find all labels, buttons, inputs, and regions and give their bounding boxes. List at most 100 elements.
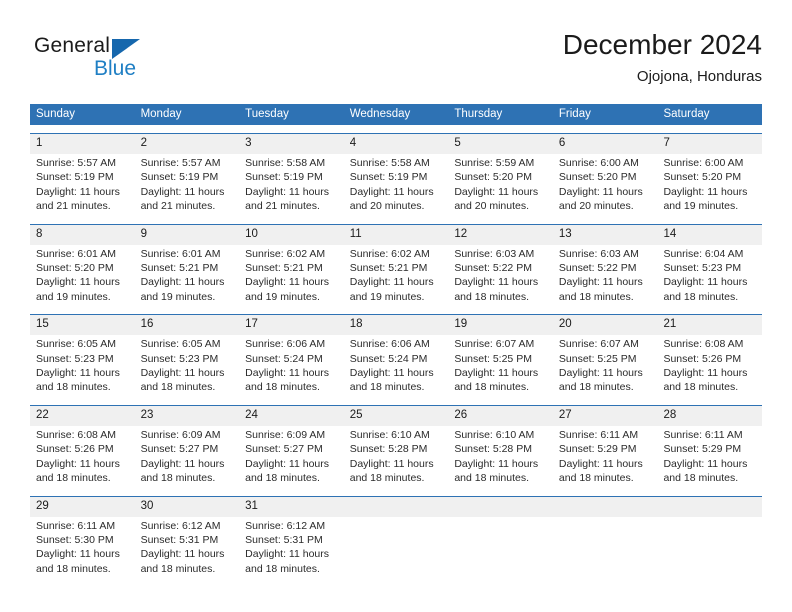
daylight-text-line1: Daylight: 11 hours: [140, 457, 225, 470]
sunset-text: Sunset: 5:23 PM: [140, 352, 219, 365]
day-number[interactable]: 13: [553, 225, 658, 245]
day-cell[interactable]: Sunrise: 6:05 AM Sunset: 5:23 PM Dayligh…: [30, 335, 135, 397]
day-cell[interactable]: Sunrise: 6:02 AM Sunset: 5:21 PM Dayligh…: [344, 245, 449, 307]
day-cell[interactable]: Sunrise: 6:08 AM Sunset: 5:26 PM Dayligh…: [657, 335, 762, 397]
day-cell[interactable]: Sunrise: 6:01 AM Sunset: 5:20 PM Dayligh…: [30, 245, 135, 307]
sunrise-text: Sunrise: 6:01 AM: [36, 247, 116, 260]
day-number[interactable]: 4: [344, 134, 449, 154]
day-cell[interactable]: Sunrise: 6:05 AM Sunset: 5:23 PM Dayligh…: [135, 335, 240, 397]
daylight-text-line2: and 18 minutes.: [454, 381, 530, 394]
daylight-text-line1: Daylight: 11 hours: [140, 367, 225, 380]
day-number[interactable]: 16: [135, 315, 240, 335]
day-number[interactable]: 25: [344, 406, 449, 426]
day-number-band: 15 16 17 18 19 20 21: [30, 314, 762, 336]
daylight-text-line2: and 18 minutes.: [558, 290, 634, 303]
daylight-text-line2: and 18 minutes.: [140, 472, 216, 485]
day-cell[interactable]: Sunrise: 5:58 AM Sunset: 5:19 PM Dayligh…: [344, 154, 449, 216]
sunset-text: Sunset: 5:30 PM: [36, 533, 114, 546]
sunset-text: Sunset: 5:26 PM: [36, 443, 114, 456]
daylight-text-line2: and 18 minutes.: [663, 472, 739, 485]
sunrise-text: Sunrise: 6:00 AM: [558, 157, 639, 169]
day-cell[interactable]: Sunrise: 6:11 AM Sunset: 5:30 PM Dayligh…: [30, 517, 135, 579]
day-number[interactable]: 24: [239, 406, 344, 426]
day-cell[interactable]: Sunrise: 6:07 AM Sunset: 5:25 PM Dayligh…: [448, 335, 553, 397]
day-number[interactable]: 6: [553, 134, 658, 154]
sunset-text: Sunset: 5:27 PM: [245, 443, 323, 456]
day-number[interactable]: 15: [30, 315, 135, 335]
day-cell[interactable]: Sunrise: 6:09 AM Sunset: 5:27 PM Dayligh…: [239, 426, 344, 488]
day-number[interactable]: 29: [30, 497, 135, 517]
day-number[interactable]: 27: [553, 406, 658, 426]
day-cell[interactable]: Sunrise: 6:00 AM Sunset: 5:20 PM Dayligh…: [657, 154, 762, 216]
daylight-text-line2: and 18 minutes.: [36, 381, 111, 394]
generalblue-logo[interactable]: General Blue: [34, 34, 174, 92]
daylight-text-line2: and 18 minutes.: [245, 381, 320, 394]
daylight-text-line2: and 19 minutes.: [245, 290, 320, 303]
day-number[interactable]: 14: [657, 225, 762, 245]
day-cell[interactable]: Sunrise: 6:00 AM Sunset: 5:20 PM Dayligh…: [553, 154, 658, 216]
day-number[interactable]: 23: [135, 406, 240, 426]
day-number[interactable]: 8: [30, 225, 135, 245]
sunrise-text: Sunrise: 5:59 AM: [454, 157, 535, 169]
day-number[interactable]: 30: [135, 497, 240, 517]
day-cell[interactable]: Sunrise: 6:02 AM Sunset: 5:21 PM Dayligh…: [239, 245, 344, 307]
day-cell[interactable]: Sunrise: 6:01 AM Sunset: 5:21 PM Dayligh…: [135, 245, 240, 307]
day-number[interactable]: 18: [344, 315, 449, 335]
sunset-text: Sunset: 5:27 PM: [140, 443, 219, 456]
day-number[interactable]: 28: [657, 406, 762, 426]
day-cell[interactable]: Sunrise: 6:12 AM Sunset: 5:31 PM Dayligh…: [239, 517, 344, 579]
day-number[interactable]: 21: [657, 315, 762, 335]
daylight-text-line1: Daylight: 11 hours: [245, 548, 330, 561]
day-cell[interactable]: Sunrise: 6:10 AM Sunset: 5:28 PM Dayligh…: [448, 426, 553, 488]
daylight-text-line2: and 18 minutes.: [663, 381, 739, 394]
day-number[interactable]: 10: [239, 225, 344, 245]
day-number[interactable]: 1: [30, 134, 135, 154]
day-cell[interactable]: Sunrise: 5:58 AM Sunset: 5:19 PM Dayligh…: [239, 154, 344, 216]
day-cell[interactable]: Sunrise: 5:57 AM Sunset: 5:19 PM Dayligh…: [30, 154, 135, 216]
calendar-table: Sunday Monday Tuesday Wednesday Thursday…: [30, 104, 762, 579]
day-number[interactable]: 7: [657, 134, 762, 154]
day-number[interactable]: 17: [239, 315, 344, 335]
daylight-text-line1: Daylight: 11 hours: [36, 457, 120, 470]
sunset-text: Sunset: 5:28 PM: [349, 443, 428, 456]
daylight-text-line2: and 19 minutes.: [663, 200, 739, 213]
day-detail-row: Sunrise: 6:01 AM Sunset: 5:20 PM Dayligh…: [30, 244, 762, 307]
day-number[interactable]: 19: [448, 315, 553, 335]
day-number[interactable]: 5: [448, 134, 553, 154]
daylight-text-line1: Daylight: 11 hours: [140, 548, 225, 561]
day-detail-row: Sunrise: 5:57 AM Sunset: 5:19 PM Dayligh…: [30, 154, 762, 216]
day-cell[interactable]: Sunrise: 6:04 AM Sunset: 5:23 PM Dayligh…: [657, 245, 762, 307]
day-number[interactable]: 26: [448, 406, 553, 426]
sunrise-text: Sunrise: 6:09 AM: [245, 428, 326, 441]
day-cell[interactable]: Sunrise: 6:03 AM Sunset: 5:22 PM Dayligh…: [553, 245, 658, 307]
daylight-text-line1: Daylight: 11 hours: [36, 185, 120, 198]
day-cell[interactable]: Sunrise: 6:10 AM Sunset: 5:28 PM Dayligh…: [344, 426, 449, 488]
day-number[interactable]: 2: [135, 134, 240, 154]
day-number[interactable]: 12: [448, 225, 553, 245]
day-number[interactable]: 20: [553, 315, 658, 335]
daylight-text-line1: Daylight: 11 hours: [558, 457, 643, 470]
weekday-header-tuesday: Tuesday: [245, 108, 289, 120]
day-cell[interactable]: Sunrise: 6:11 AM Sunset: 5:29 PM Dayligh…: [553, 426, 658, 488]
day-number[interactable]: 22: [30, 406, 135, 426]
day-cell[interactable]: Sunrise: 6:11 AM Sunset: 5:29 PM Dayligh…: [657, 426, 762, 488]
daylight-text-line1: Daylight: 11 hours: [663, 276, 748, 289]
day-number[interactable]: 31: [239, 497, 344, 517]
day-cell[interactable]: Sunrise: 6:09 AM Sunset: 5:27 PM Dayligh…: [135, 426, 240, 488]
day-number[interactable]: 11: [344, 225, 449, 245]
day-cell[interactable]: Sunrise: 6:08 AM Sunset: 5:26 PM Dayligh…: [30, 426, 135, 488]
day-cell[interactable]: Sunrise: 5:59 AM Sunset: 5:20 PM Dayligh…: [448, 154, 553, 216]
weekday-header-saturday: Saturday: [663, 108, 710, 120]
day-cell[interactable]: Sunrise: 6:06 AM Sunset: 5:24 PM Dayligh…: [344, 335, 449, 397]
day-cell[interactable]: Sunrise: 6:12 AM Sunset: 5:31 PM Dayligh…: [135, 517, 240, 579]
day-number[interactable]: 9: [135, 225, 240, 245]
day-number[interactable]: 3: [239, 134, 344, 154]
day-cell-empty: [344, 517, 449, 579]
day-cell[interactable]: Sunrise: 6:06 AM Sunset: 5:24 PM Dayligh…: [239, 335, 344, 397]
sunset-text: Sunset: 5:19 PM: [140, 171, 219, 184]
day-cell[interactable]: Sunrise: 6:03 AM Sunset: 5:22 PM Dayligh…: [448, 245, 553, 307]
day-cell[interactable]: Sunrise: 5:57 AM Sunset: 5:19 PM Dayligh…: [135, 154, 240, 216]
daylight-text-line2: and 18 minutes.: [36, 562, 111, 575]
day-cell[interactable]: Sunrise: 6:07 AM Sunset: 5:25 PM Dayligh…: [553, 335, 658, 397]
sunrise-text: Sunrise: 6:11 AM: [663, 428, 743, 441]
